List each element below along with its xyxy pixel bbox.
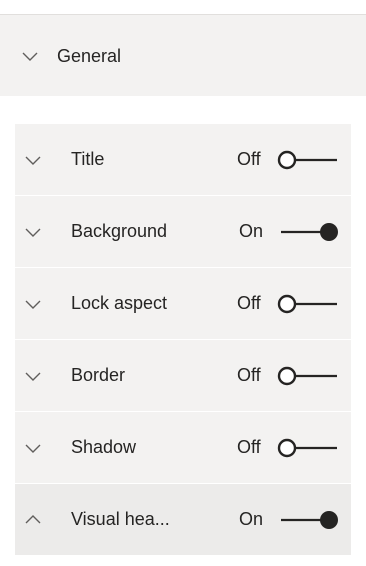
property-label: Lock aspect [71,293,168,313]
background-toggle-switch[interactable] [277,222,339,242]
general-section-label: General [57,45,122,66]
shadow-toggle-switch[interactable] [277,438,339,458]
chevron-up-icon [23,510,43,530]
toggle-state-label: Off [237,365,261,385]
title-toggle-switch[interactable] [277,150,339,170]
chevron-down-icon [23,222,43,242]
property-row-visual-header[interactable]: Visual hea... On [15,484,351,556]
toggle-state-label: On [239,509,264,529]
chevron-down-icon [20,46,40,66]
property-row-lock-aspect[interactable]: Lock aspect Off [15,268,351,340]
visual-header-toggle-switch[interactable] [277,510,339,530]
general-section: General [0,14,366,96]
border-toggle-switch[interactable] [277,366,339,386]
toggle-state-label: On [239,221,264,241]
property-row-shadow[interactable]: Shadow Off [15,412,351,484]
chevron-down-icon [23,366,43,386]
property-row-background[interactable]: Background On [15,196,351,268]
chevron-down-icon [23,438,43,458]
chevron-down-icon [23,150,43,170]
property-row-border[interactable]: Border Off [15,340,351,412]
lock-aspect-toggle-switch[interactable] [277,294,339,314]
property-label: Border [71,365,126,385]
property-label: Visual hea... [71,509,170,529]
property-row-title[interactable]: Title Off [15,124,351,196]
toggle-state-label: Off [237,437,261,457]
property-label: Background [71,221,168,241]
format-properties-list: Title Off Background On Lock aspect Off [15,124,351,556]
general-section-header[interactable]: General [0,15,366,97]
chevron-down-icon [23,294,43,314]
property-label: Title [71,149,105,169]
property-label: Shadow [71,437,137,457]
toggle-state-label: Off [237,293,261,313]
toggle-state-label: Off [237,149,261,169]
